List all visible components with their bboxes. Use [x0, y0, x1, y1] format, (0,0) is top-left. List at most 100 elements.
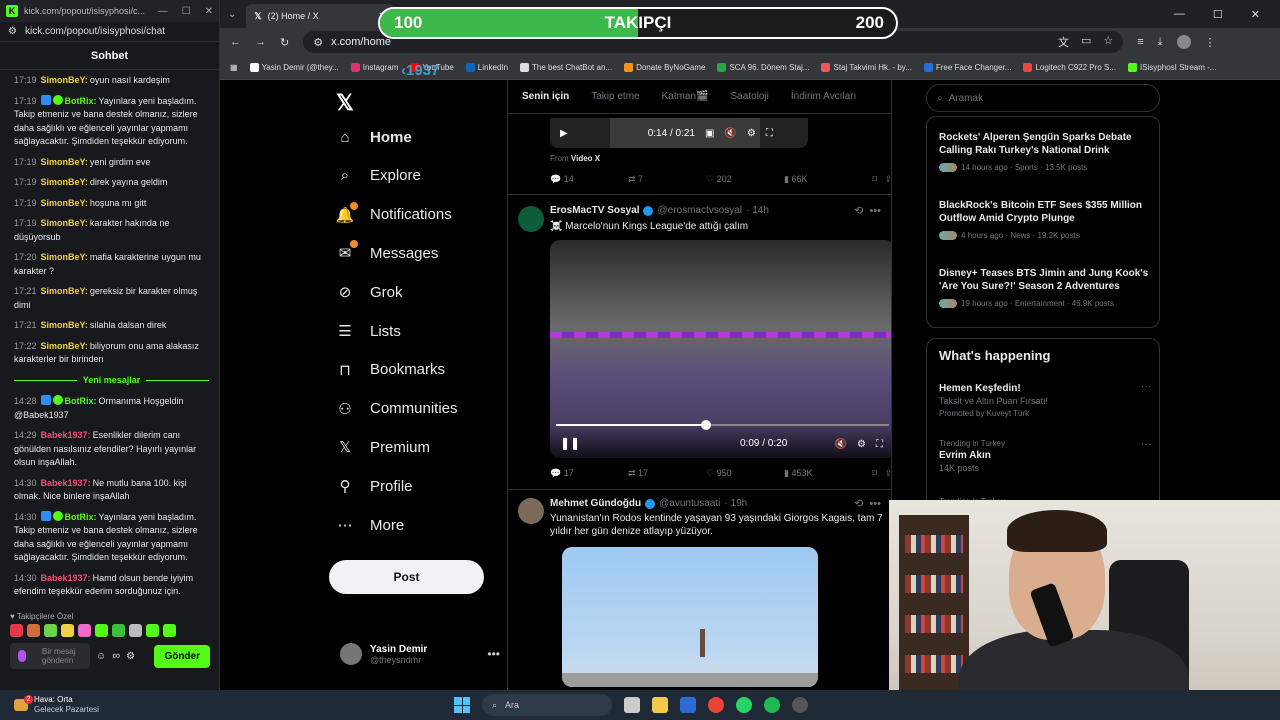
more-dots-icon[interactable]: ··· [1141, 381, 1151, 392]
timeline-tab[interactable]: Takip etme [591, 91, 639, 102]
reply-button[interactable]: 💬 17 [550, 468, 628, 479]
message-username[interactable]: Babek1937: [41, 573, 91, 583]
bookmark-item[interactable]: Donate ByNoGame [624, 63, 705, 72]
taskbar-search[interactable]: ⌕ Ara [482, 694, 612, 716]
chat-message-list[interactable]: 17:19 SimonBeY: oyun nasıl kardeşim 17:19 Bo… [0, 70, 219, 606]
bookmark-item[interactable]: Logitech C922 Pro S... [1023, 63, 1116, 72]
avatar[interactable] [518, 498, 544, 524]
settings-gear-icon[interactable]: ⚙ [126, 651, 135, 662]
profile-avatar-icon[interactable] [1176, 35, 1191, 49]
infinity-icon[interactable]: ∞ [112, 650, 120, 662]
bookmark-item[interactable]: Instagram [350, 63, 398, 72]
emote-icon[interactable] [27, 624, 40, 637]
video-player-compact[interactable]: ▶ 0:14 / 0:21 ▣ 🔇 ⚙ ⛶ [550, 118, 808, 148]
emote-icon[interactable] [163, 624, 176, 637]
close-icon[interactable]: ✕ [1251, 8, 1260, 21]
mute-icon[interactable]: 🔇 [835, 439, 847, 450]
tweet-handle[interactable]: @erosmactvsosyal [657, 205, 742, 216]
bookmark-item[interactable]: Staj Takvimi Hk. - by... [821, 63, 912, 72]
fullscreen-icon[interactable]: ⛶ [766, 128, 773, 139]
nav-item-profile[interactable]: ⚲ Profile [336, 477, 413, 496]
message-username[interactable]: SimonBeY: [41, 218, 88, 228]
message-username[interactable]: BotRix: [65, 96, 97, 106]
maximize-icon[interactable]: ☐ [1213, 8, 1223, 21]
chat-message-input[interactable]: Bir mesaj gönderin [10, 643, 90, 669]
like-button[interactable]: ♡ 950 [706, 468, 784, 479]
microphone-icon[interactable] [18, 650, 26, 662]
nav-item-notifications[interactable]: 🔔 Notifications [336, 201, 452, 224]
news-item[interactable]: Rockets' Alperen Şengün Sparks Debate Ca… [939, 131, 1151, 172]
tweet-video[interactable]: ❚❚ 0:09 / 0:20 🔇 ⚙ ⛶ [550, 240, 891, 458]
post-button[interactable]: Post [329, 560, 484, 594]
chat-url[interactable]: kick.com/popout/isisyphosi/chat [25, 26, 165, 37]
timeline-tab[interactable]: Katman🎬 [662, 91, 709, 102]
emote-icon[interactable] [129, 624, 142, 637]
tab-search-icon[interactable]: ⌄ [228, 9, 236, 20]
reply-button[interactable]: 💬 14 [550, 174, 628, 185]
x-logo-icon[interactable]: 𝕏 [336, 90, 354, 116]
bookmark-share-icons[interactable]: ⌑ ⇪ [872, 468, 891, 479]
spotify-icon[interactable] [764, 697, 780, 713]
message-username[interactable]: SimonBeY: [41, 286, 88, 296]
start-icon[interactable] [454, 697, 470, 713]
weather-widget[interactable]: Hava: Orta Gelecek Pazartesi [0, 695, 99, 715]
tab-x-home[interactable]: 𝕏 (2) Home / X ✕ [246, 4, 395, 28]
minimize-icon[interactable]: — [158, 6, 168, 17]
chrome-icon[interactable] [708, 697, 724, 713]
trend-item[interactable]: Trending in Turkey Evrim Akın 14K posts ··· [939, 439, 1151, 473]
message-username[interactable]: SimonBeY: [41, 320, 88, 330]
bookmark-item[interactable]: SCA 96. Dönem Staj... [717, 63, 809, 72]
like-button[interactable]: ♡ 202 [706, 174, 784, 185]
avatar[interactable] [518, 206, 544, 232]
bookmark-item[interactable]: Free Face Changer... [923, 63, 1011, 72]
settings-icon[interactable]: ⚙ [747, 128, 756, 139]
bookmark-share-icons[interactable]: ⌑ ⇪ [872, 174, 891, 185]
timeline-tab[interactable]: Senin için [522, 91, 569, 102]
emote-icon[interactable] [61, 624, 74, 637]
nav-item-lists[interactable]: ☰ Lists [336, 322, 401, 341]
tweet-author[interactable]: Mehmet Gündoğdu [550, 498, 641, 509]
bookmark-item[interactable]: Yasin Demir (@they... [249, 63, 339, 72]
menu-icon[interactable]: ⋮ [1205, 36, 1216, 49]
emote-icon[interactable] [146, 624, 159, 637]
account-switcher[interactable]: Yasin Demir @theysndmr ••• [340, 643, 500, 665]
news-item[interactable]: Disney+ Teases BTS Jimin and Jung Kook's… [939, 267, 1151, 308]
send-button[interactable]: Gönder [154, 644, 210, 668]
nav-item-more[interactable]: ⋯ More [336, 516, 405, 535]
whatsapp-icon[interactable] [736, 697, 752, 713]
nav-item-grok[interactable]: ⊘ Grok [336, 283, 403, 302]
nav-item-communities[interactable]: ⚇ Communities [336, 400, 457, 418]
star-icon[interactable]: ☆ [1103, 34, 1113, 50]
emote-icon[interactable] [95, 624, 108, 637]
message-username[interactable]: Babek1937: [41, 430, 91, 440]
downloads-icon[interactable]: ⤓ [1158, 36, 1163, 49]
media-control-icon[interactable]: ≡ [1137, 36, 1143, 48]
captions-icon[interactable]: ▣ [705, 128, 714, 139]
timeline-tab[interactable]: İndirim Avcıları [791, 91, 856, 102]
close-icon[interactable]: ✕ [205, 6, 213, 17]
nav-item-messages[interactable]: ✉ Messages [336, 240, 438, 262]
nav-item-bookmarks[interactable]: ⊓ Bookmarks [336, 361, 445, 379]
bookmark-item[interactable]: LinkedIn [465, 63, 508, 72]
translate-icon[interactable]: 文 [1058, 34, 1069, 50]
emote-icon[interactable] [10, 624, 23, 637]
forward-icon[interactable]: → [255, 36, 266, 48]
message-username[interactable]: SimonBeY: [41, 198, 88, 208]
tweet-author[interactable]: ErosMacTV Sosyal [550, 205, 639, 216]
scrubber-handle[interactable] [700, 420, 711, 430]
reload-icon[interactable]: ↻ [280, 36, 289, 49]
maximize-icon[interactable]: ☐ [182, 6, 191, 17]
more-icon[interactable]: ⟲ ••• [854, 497, 881, 510]
message-username[interactable]: SimonBeY: [41, 341, 88, 351]
message-username[interactable]: BotRix: [65, 396, 97, 406]
timeline-tab[interactable]: Saatoloji [731, 91, 769, 102]
search-input[interactable]: ⌕ Aramak [926, 84, 1160, 112]
repost-button[interactable]: ⇄ 7 [628, 174, 706, 185]
message-username[interactable]: SimonBeY: [41, 157, 88, 167]
emote-icon[interactable] [44, 624, 57, 637]
more-icon[interactable]: ⟲ ••• [854, 204, 881, 217]
emote-picker-icon[interactable]: ☺ [96, 651, 106, 662]
emote-icon[interactable] [112, 624, 125, 637]
more-dots-icon[interactable]: ••• [487, 647, 500, 661]
task-view-icon[interactable] [624, 697, 640, 713]
